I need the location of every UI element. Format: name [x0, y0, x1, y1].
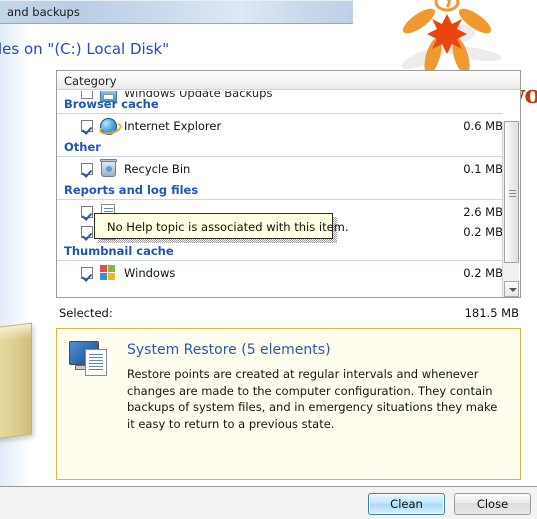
row-size: 2.6 MB — [463, 205, 503, 219]
group-divider — [57, 199, 503, 200]
group-divider — [57, 156, 503, 157]
group-divider — [57, 260, 503, 261]
category-listbox[interactable]: Category Windows Update Backups Browser … — [56, 70, 521, 298]
list-item[interactable]: Internet Explorer 0.6 MB — [57, 115, 503, 139]
column-header-category[interactable]: Category — [57, 71, 520, 90]
group-label: Other — [64, 140, 101, 154]
info-panel-body: Restore points are created at regular in… — [127, 367, 498, 432]
group-header-reports-and-log-files: Reports and log files — [57, 182, 503, 201]
group-header-thumbnail-cache: Thumbnail cache — [57, 243, 503, 262]
row-checkbox[interactable] — [81, 206, 93, 218]
window-titlebar: and backups — [0, 0, 353, 24]
clean-button[interactable]: Clean — [368, 493, 445, 515]
close-button[interactable]: Close — [454, 493, 531, 515]
group-header-browser-cache: Browser cache — [57, 96, 503, 115]
scrollbar-thumb[interactable] — [504, 121, 519, 263]
row-checkbox[interactable] — [81, 267, 93, 279]
selected-label: Selected: — [59, 306, 113, 320]
group-label: Thumbnail cache — [64, 244, 174, 258]
vertical-scrollbar[interactable] — [502, 121, 519, 297]
row-label: Recycle Bin — [124, 162, 191, 176]
internet-explorer-icon — [100, 118, 117, 135]
row-size: 0.2 MB — [463, 225, 503, 239]
row-size: 0.6 MB — [463, 119, 503, 133]
scroll-down-arrow-icon[interactable] — [504, 281, 519, 297]
group-divider — [57, 113, 503, 114]
row-label: Windows — [124, 266, 176, 280]
info-panel: System Restore (5 elements) Restore poin… — [56, 328, 521, 480]
row-checkbox[interactable] — [81, 120, 93, 132]
window-title: and backups — [7, 5, 80, 19]
column-header-label: Category — [64, 74, 117, 88]
row-checkbox[interactable] — [81, 163, 93, 175]
group-header-other: Other — [57, 139, 503, 158]
selection-summary: Selected: 181.5 MB — [59, 306, 519, 320]
help-tooltip: No Help topic is associated with this it… — [94, 213, 349, 239]
selected-size: 181.5 MB — [464, 306, 519, 320]
category-rows: Windows Update Backups Browser cache Int… — [57, 91, 503, 298]
recycle-bin-icon — [100, 159, 117, 178]
page-title: les on "(C:) Local Disk" — [0, 40, 170, 58]
tooltip-text: No Help topic is associated with this it… — [107, 220, 349, 234]
list-item[interactable]: Windows 0.2 MB — [57, 262, 503, 286]
info-panel-title: System Restore (5 elements) — [127, 342, 331, 358]
group-label: Reports and log files — [64, 183, 199, 197]
windows-logo-icon — [100, 265, 117, 282]
system-restore-icon — [69, 341, 111, 377]
group-label: Browser cache — [64, 97, 159, 111]
row-label: Internet Explorer — [124, 119, 222, 133]
application-window: and backups les on "(C:) Local Disk" B!G — [0, 0, 537, 519]
row-size: 0.1 MB — [463, 162, 503, 176]
folder-artwork — [0, 322, 32, 442]
list-item[interactable]: Recycle Bin 0.1 MB — [57, 158, 503, 182]
row-size: 0.2 MB — [463, 266, 503, 280]
row-checkbox[interactable] — [81, 226, 93, 238]
